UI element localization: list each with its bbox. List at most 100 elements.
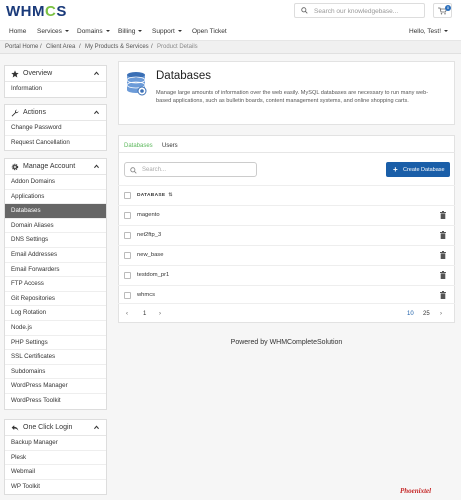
star-icon bbox=[11, 70, 19, 78]
search-icon bbox=[301, 7, 308, 14]
sidebar-item-webmail[interactable]: Webmail bbox=[5, 465, 106, 480]
database-name: magento bbox=[137, 212, 160, 218]
sidebar-item-git-repositories[interactable]: Git Repositories bbox=[5, 292, 106, 307]
panel-header[interactable]: Manage Account bbox=[5, 159, 106, 175]
chevron-up-icon bbox=[94, 425, 99, 430]
breadcrumb-current: Product Details bbox=[157, 44, 198, 50]
sidebar-item-wordpress-toolkit[interactable]: WordPress Toolkit bbox=[5, 394, 106, 409]
sidebar-item-wp-toolkit[interactable]: WP Toolkit bbox=[5, 480, 106, 495]
trash-icon[interactable] bbox=[440, 231, 446, 239]
sidebar-item-subdomains[interactable]: Subdomains bbox=[5, 365, 106, 380]
panel-header[interactable]: Actions bbox=[5, 105, 106, 121]
column-header-database[interactable]: DATABASE ⇅ bbox=[137, 192, 173, 198]
row-checkbox[interactable] bbox=[124, 252, 131, 259]
brand-watermark: Phoenixtel bbox=[400, 487, 432, 495]
nav-domains-label: Domains bbox=[77, 28, 103, 35]
sidebar-item-email-addresses[interactable]: Email Addresses bbox=[5, 248, 106, 263]
table-header-row: DATABASE ⇅ bbox=[118, 185, 455, 205]
pagination: ‹ 1 › 10 25 › bbox=[118, 303, 455, 323]
breadcrumb-separator: / bbox=[79, 44, 81, 50]
sidebar-item-ssl-certificates[interactable]: SSL Certificates bbox=[5, 350, 106, 365]
trash-icon[interactable] bbox=[440, 271, 446, 279]
nav-home[interactable]: Home bbox=[9, 28, 26, 35]
nav-support-label: Support bbox=[152, 28, 175, 35]
panel-title: One Click Login bbox=[23, 424, 73, 431]
page-number[interactable]: 1 bbox=[143, 311, 146, 317]
row-checkbox[interactable] bbox=[124, 272, 131, 279]
sidebar-item-applications[interactable]: Applications bbox=[5, 190, 106, 205]
table-row: net2ftp_3 bbox=[118, 225, 455, 245]
database-name: whmcs bbox=[137, 292, 156, 298]
database-name: new_base bbox=[137, 252, 164, 258]
row-checkbox[interactable] bbox=[124, 232, 131, 239]
page-size-caret-icon[interactable]: › bbox=[440, 311, 442, 317]
caret-down-icon bbox=[177, 30, 182, 32]
nav-billing[interactable]: Billing bbox=[118, 28, 143, 35]
main-nav: Home Services Domains Billing Support Op… bbox=[0, 24, 461, 41]
page-size-option[interactable]: 10 bbox=[407, 311, 414, 317]
row-checkbox[interactable] bbox=[124, 212, 131, 219]
sidebar-item-nodejs[interactable]: Node.js bbox=[5, 321, 106, 336]
caret-down-icon bbox=[138, 30, 143, 32]
footer-text: Powered by WHMCompleteSolution bbox=[230, 339, 343, 346]
trash-icon[interactable] bbox=[440, 291, 446, 299]
sidebar-item-log-rotation[interactable]: Log Rotation bbox=[5, 306, 106, 321]
nav-billing-label: Billing bbox=[118, 28, 136, 35]
nav-domains[interactable]: Domains bbox=[77, 28, 110, 35]
knowledgebase-search[interactable]: Search our knowledgebase... bbox=[294, 3, 425, 18]
tab-users[interactable]: Users bbox=[162, 143, 178, 149]
create-database-button[interactable]: + Create Database bbox=[386, 162, 450, 177]
nav-services-label: Services bbox=[37, 28, 62, 35]
row-checkbox[interactable] bbox=[124, 292, 131, 299]
breadcrumb-products[interactable]: My Products & Services bbox=[85, 44, 149, 50]
sidebar-item-email-forwarders[interactable]: Email Forwarders bbox=[5, 263, 106, 278]
trash-icon[interactable] bbox=[440, 251, 446, 259]
sidebar-item-information[interactable]: Information bbox=[5, 82, 106, 97]
caret-down-icon bbox=[64, 30, 69, 32]
breadcrumb-separator: / bbox=[40, 44, 42, 50]
sidebar-item-request-cancellation[interactable]: Request Cancellation bbox=[5, 136, 106, 151]
search-placeholder: Search... bbox=[142, 167, 167, 173]
panel-title: Overview bbox=[23, 70, 53, 77]
page-size-option[interactable]: 25 bbox=[423, 311, 430, 317]
table-row: whmcs bbox=[118, 285, 455, 305]
sidebar-item-dns-settings[interactable]: DNS Settings bbox=[5, 233, 106, 248]
share-arrow-icon bbox=[11, 425, 19, 431]
plus-icon: + bbox=[393, 164, 398, 174]
sidebar-item-domain-aliases[interactable]: Domain Aliases bbox=[5, 219, 106, 234]
nav-services[interactable]: Services bbox=[37, 28, 69, 35]
breadcrumb-client-area[interactable]: Client Area bbox=[46, 44, 75, 50]
nav-support[interactable]: Support bbox=[152, 28, 182, 35]
caret-down-icon bbox=[105, 30, 110, 32]
breadcrumb-portal-home[interactable]: Portal Home bbox=[5, 44, 38, 50]
sidebar-item-backup-manager[interactable]: Backup Manager bbox=[5, 436, 106, 451]
panel-header[interactable]: Overview bbox=[5, 66, 106, 82]
sidebar-item-ftp-access[interactable]: FTP Access bbox=[5, 277, 106, 292]
table-row: testdom_pr1 bbox=[118, 265, 455, 285]
user-menu[interactable]: Hello, Test! bbox=[409, 28, 449, 35]
whmcs-logo[interactable]: WHMCS bbox=[6, 3, 67, 20]
sidebar-item-plesk[interactable]: Plesk bbox=[5, 451, 106, 466]
select-all-checkbox[interactable] bbox=[124, 192, 131, 199]
sidebar-one-click-login-panel: One Click Login Backup Manager Plesk Web… bbox=[4, 419, 107, 496]
cart-button[interactable]: 0 bbox=[433, 3, 452, 18]
tabs-divider bbox=[118, 152, 455, 153]
sidebar-item-change-password[interactable]: Change Password bbox=[5, 121, 106, 136]
gear-icon bbox=[11, 163, 19, 171]
sidebar-item-wordpress-manager[interactable]: WordPress Manager bbox=[5, 379, 106, 394]
breadcrumb: Portal Home / Client Area / My Products … bbox=[0, 41, 461, 54]
nav-open-ticket[interactable]: Open Ticket bbox=[192, 28, 227, 35]
trash-icon[interactable] bbox=[440, 211, 446, 219]
panel-header[interactable]: One Click Login bbox=[5, 420, 106, 436]
next-page-icon[interactable]: › bbox=[159, 311, 161, 317]
top-header: WHMCS Search our knowledgebase... 0 bbox=[0, 0, 461, 24]
panel-title: Actions bbox=[23, 109, 46, 116]
sidebar-item-databases[interactable]: Databases bbox=[5, 204, 106, 219]
prev-page-icon[interactable]: ‹ bbox=[126, 311, 128, 317]
sidebar-item-addon-domains[interactable]: Addon Domains bbox=[5, 175, 106, 190]
tab-databases[interactable]: Databases bbox=[124, 143, 153, 149]
database-search-input[interactable]: Search... bbox=[124, 162, 257, 177]
sidebar-item-php-settings[interactable]: PHP Settings bbox=[5, 336, 106, 351]
table-row: new_base bbox=[118, 245, 455, 265]
panel-title: Manage Account bbox=[23, 163, 76, 170]
